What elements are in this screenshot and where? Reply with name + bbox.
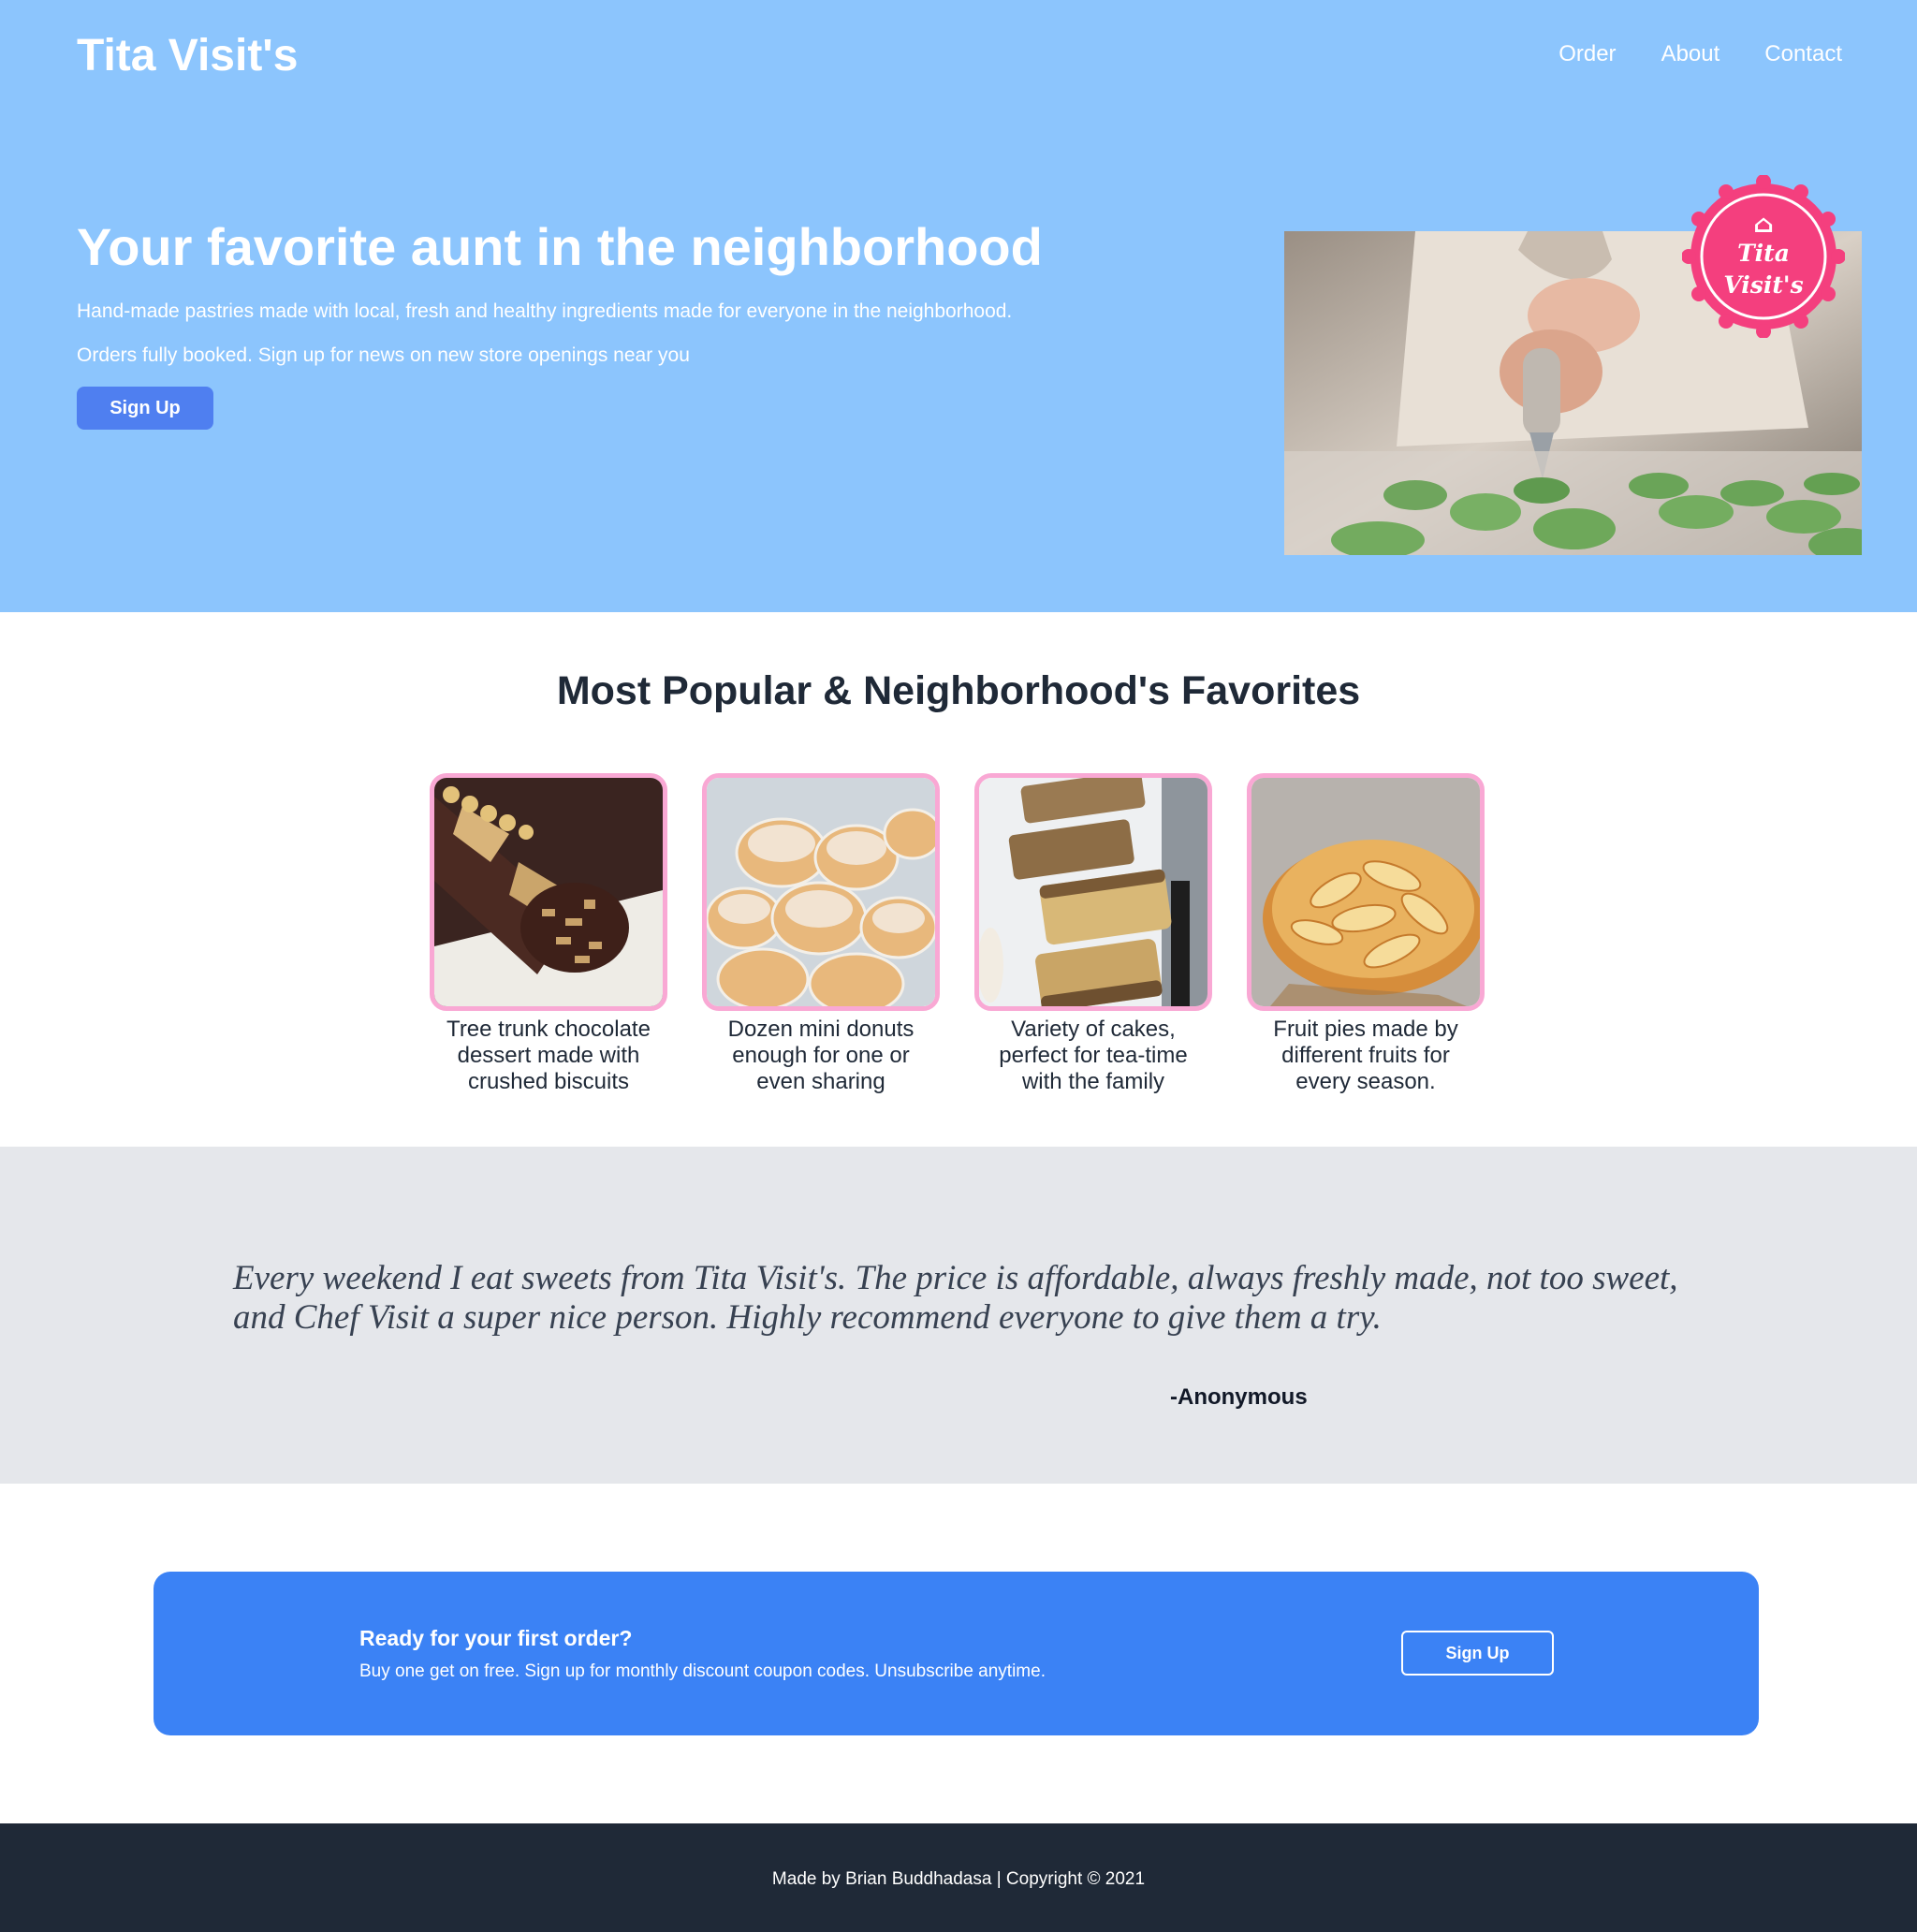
nav-about-link[interactable]: About: [1661, 37, 1720, 71]
testimonial-section: Every weekend I eat sweets from Tita Vis…: [0, 1147, 1917, 1484]
brand-logo[interactable]: Tita Visit's: [77, 26, 298, 86]
badge-line-2: Visit's: [1723, 271, 1804, 299]
badge-line-1: Tita: [1737, 240, 1790, 267]
cta-title: Ready for your first order?: [359, 1626, 633, 1650]
product-caption: Variety of cakes, perfect for tea-time w…: [999, 1017, 1188, 1094]
mini-donuts-photo: [707, 778, 935, 1006]
pound-cake-photo: [979, 778, 1207, 1006]
badge-text: ⌂ Tita Visit's: [1682, 175, 1845, 338]
hero-description: Hand-made pastries made with local, fres…: [77, 300, 1013, 322]
popular-title: Most Popular & Neighborhood's Favorites: [556, 668, 1361, 713]
product-caption: Tree trunk chocolate dessert made with c…: [446, 1017, 651, 1094]
cta-banner: Ready for your first order? Buy one get …: [154, 1572, 1759, 1735]
brand-badge: ⌂ Tita Visit's: [1681, 174, 1846, 339]
testimonial-author: -Anonymous: [1170, 1384, 1308, 1410]
product-caption: Fruit pies made by different fruits for …: [1273, 1017, 1458, 1094]
footer: Made by Brian Buddhadasa | Copyright © 2…: [0, 1823, 1917, 1932]
product-image[interactable]: [974, 773, 1212, 1011]
hero-subtext: Orders fully booked. Sign up for news on…: [77, 344, 690, 366]
cupcake-icon: ⌂: [1753, 211, 1774, 239]
testimonial-quote: Every weekend I eat sweets from Tita Vis…: [233, 1259, 1678, 1337]
product-card[interactable]: Tree trunk chocolate dessert made with c…: [430, 773, 667, 1095]
product-list: Tree trunk chocolate dessert made with c…: [430, 773, 1485, 1095]
hero-title: Your favorite aunt in the neighborhood: [77, 217, 1043, 276]
product-image[interactable]: [702, 773, 940, 1011]
nav-contact-link[interactable]: Contact: [1764, 37, 1842, 71]
product-card[interactable]: Fruit pies made by different fruits for …: [1247, 773, 1485, 1095]
nav-order-link[interactable]: Order: [1558, 37, 1616, 71]
hero-section: Tita Visit's Order About Contact Your fa…: [0, 0, 1917, 612]
product-image[interactable]: [1247, 773, 1485, 1011]
chocolate-log-photo: [434, 778, 663, 1006]
product-card[interactable]: Dozen mini donuts enough for one or even…: [702, 773, 940, 1095]
product-card[interactable]: Variety of cakes, perfect for tea-time w…: [974, 773, 1212, 1095]
hero-signup-button[interactable]: Sign Up: [77, 387, 213, 430]
footer-copyright: Made by Brian Buddhadasa | Copyright © 2…: [771, 1869, 1146, 1889]
product-image[interactable]: [430, 773, 667, 1011]
cta-text: Buy one get on free. Sign up for monthly…: [359, 1661, 1046, 1681]
product-caption: Dozen mini donuts enough for one or even…: [727, 1017, 915, 1094]
apple-pie-photo: [1251, 778, 1480, 1006]
cta-signup-button[interactable]: Sign Up: [1401, 1631, 1554, 1676]
main-nav: Order About Contact: [1558, 37, 1842, 71]
